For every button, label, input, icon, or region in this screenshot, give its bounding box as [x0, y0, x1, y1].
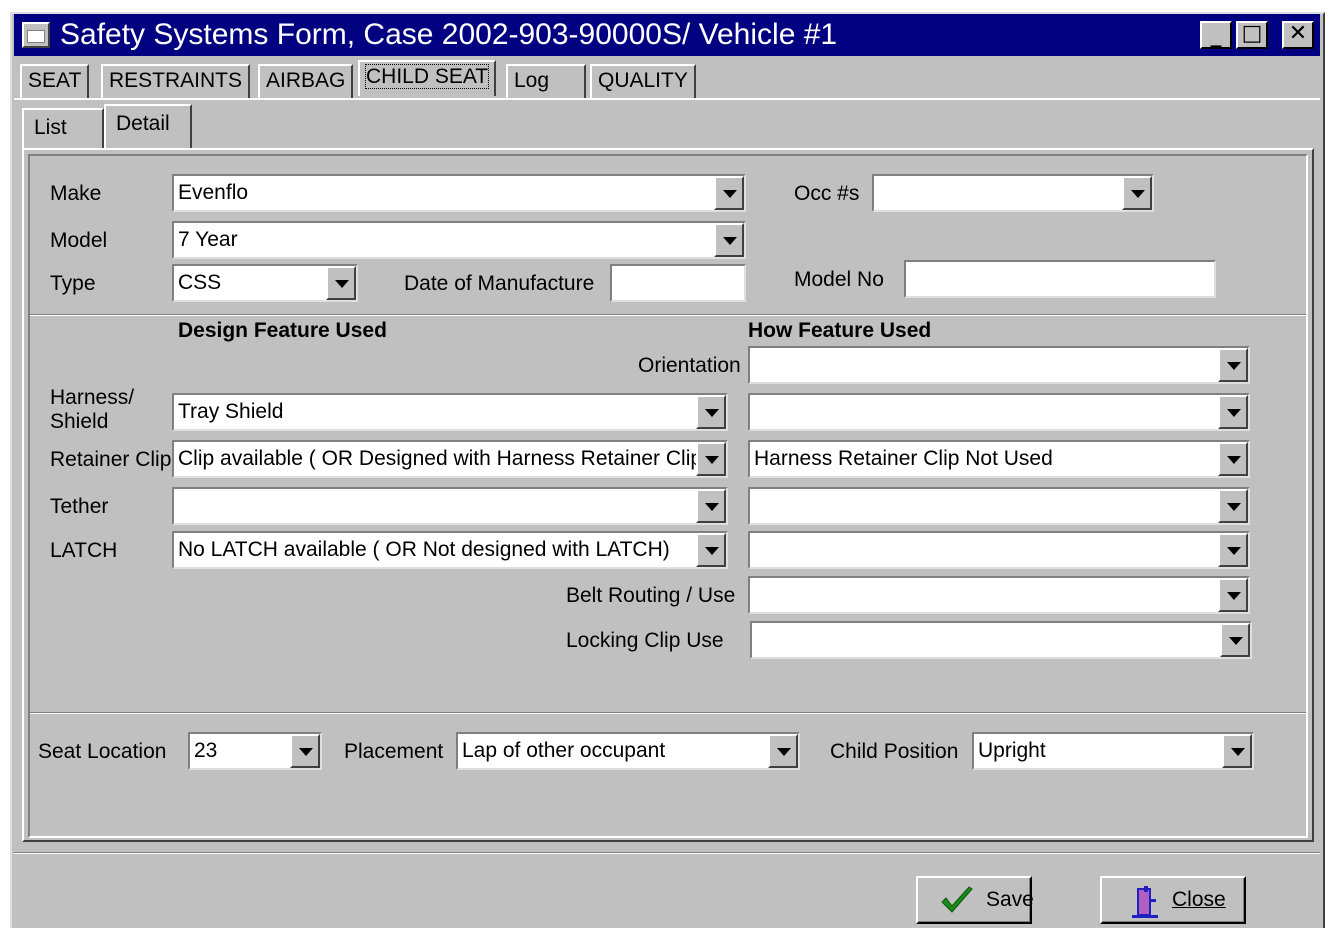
how-feature-header: How Feature Used — [748, 319, 932, 342]
tab-child-seat[interactable]: CHILD SEAT — [358, 60, 497, 96]
tether-design-combo[interactable] — [172, 487, 728, 525]
harness-how-combo[interactable] — [748, 393, 1250, 431]
latch-how-combo[interactable] — [748, 531, 1250, 569]
model-label: Model — [50, 229, 108, 252]
retainer-design-value: Clip available ( OR Designed with Harnes… — [178, 447, 696, 470]
model-no-label: Model No — [794, 268, 884, 291]
minimize-button[interactable]: _ — [1200, 21, 1232, 49]
harness-design-value: Tray Shield — [178, 400, 284, 423]
make-value: Evenflo — [178, 181, 249, 204]
occ-label: Occ #s — [794, 182, 860, 205]
latch-label: LATCH — [50, 539, 118, 562]
checkmark-icon — [941, 886, 973, 913]
orientation-label: Orientation — [638, 354, 741, 377]
tab-log[interactable]: Log — [506, 64, 586, 98]
date-of-manufacture-label: Date of Manufacture — [404, 272, 595, 295]
locking-clip-label: Locking Clip Use — [566, 629, 724, 652]
model-value: 7 Year — [178, 228, 238, 251]
locking-clip-combo[interactable] — [750, 621, 1252, 659]
chevron-down-icon[interactable] — [1218, 442, 1248, 476]
type-label: Type — [50, 272, 96, 295]
model-combo[interactable]: 7 Year — [172, 221, 746, 259]
child-position-combo[interactable]: Upright — [972, 732, 1254, 770]
chevron-down-icon[interactable] — [1122, 176, 1152, 210]
retainer-design-combo[interactable]: Clip available ( OR Designed with Harnes… — [172, 440, 728, 478]
maximize-icon: □ — [1241, 21, 1263, 46]
retainer-clip-label: Retainer Clip — [50, 448, 172, 471]
latch-design-combo[interactable]: No LATCH available ( OR Not designed wit… — [172, 531, 728, 569]
chevron-down-icon[interactable] — [696, 533, 726, 567]
close-icon: ✕ — [1288, 21, 1308, 46]
chevron-down-icon[interactable] — [714, 223, 744, 257]
belt-routing-label: Belt Routing / Use — [566, 584, 736, 607]
door-exit-icon — [1132, 886, 1158, 918]
model-no-field[interactable] — [904, 260, 1216, 298]
chevron-down-icon[interactable] — [1218, 578, 1248, 612]
chevron-down-icon[interactable] — [1218, 348, 1248, 382]
harness-design-combo[interactable]: Tray Shield — [172, 393, 728, 431]
seat-location-value: 23 — [194, 739, 218, 762]
chevron-down-icon[interactable] — [326, 266, 356, 300]
tab-child-seat-label: CHILD SEAT — [364, 64, 490, 89]
seat-location-combo[interactable]: 23 — [188, 732, 322, 770]
child-position-value: Upright — [978, 739, 1046, 762]
occ-combo[interactable] — [872, 174, 1154, 212]
subtab-list[interactable]: List — [22, 108, 104, 148]
tab-airbag[interactable]: AIRBAG — [258, 64, 354, 98]
child-position-label: Child Position — [830, 740, 959, 763]
chevron-down-icon[interactable] — [768, 734, 798, 768]
chevron-down-icon[interactable] — [696, 489, 726, 523]
make-combo[interactable]: Evenflo — [172, 174, 746, 212]
retainer-how-combo[interactable]: Harness Retainer Clip Not Used — [748, 440, 1250, 478]
window-title: Safety Systems Form, Case 2002-903-90000… — [60, 18, 838, 51]
chevron-down-icon[interactable] — [1218, 395, 1248, 429]
placement-value: Lap of other occupant — [462, 739, 666, 762]
date-of-manufacture-field[interactable] — [610, 264, 746, 302]
seat-location-label: Seat Location — [38, 740, 167, 763]
chevron-down-icon[interactable] — [1218, 533, 1248, 567]
chevron-down-icon[interactable] — [1220, 623, 1250, 657]
chevron-down-icon[interactable] — [696, 395, 726, 429]
minimize-icon: _ — [1210, 23, 1222, 48]
divider — [30, 314, 1306, 316]
close-button-label: Close — [1172, 888, 1226, 911]
chevron-down-icon[interactable] — [1218, 489, 1248, 523]
tab-seat[interactable]: SEAT — [20, 64, 90, 98]
footer-divider — [14, 852, 1320, 854]
orientation-combo[interactable] — [748, 346, 1250, 384]
placement-combo[interactable]: Lap of other occupant — [456, 732, 800, 770]
chevron-down-icon[interactable] — [290, 734, 320, 768]
save-button[interactable]: Save — [916, 876, 1034, 924]
make-label: Make — [50, 182, 102, 205]
tether-label: Tether — [50, 495, 109, 518]
design-feature-header: Design Feature Used — [178, 319, 387, 342]
type-combo[interactable]: CSS — [172, 264, 358, 302]
chevron-down-icon[interactable] — [696, 442, 726, 476]
save-button-label: Save — [986, 888, 1034, 911]
placement-label: Placement — [344, 740, 444, 763]
chevron-down-icon[interactable] — [1222, 734, 1252, 768]
divider — [30, 712, 1306, 714]
subtab-detail[interactable]: Detail — [104, 104, 192, 150]
type-value: CSS — [178, 271, 222, 294]
window-icon[interactable] — [22, 22, 50, 48]
chevron-down-icon[interactable] — [714, 176, 744, 210]
tether-how-combo[interactable] — [748, 487, 1250, 525]
retainer-how-value: Harness Retainer Clip Not Used — [754, 447, 1053, 470]
close-button[interactable]: Close — [1100, 876, 1246, 924]
belt-routing-combo[interactable] — [748, 576, 1250, 614]
tab-restraints[interactable]: RESTRAINTS — [101, 64, 251, 98]
latch-design-value: No LATCH available ( OR Not designed wit… — [178, 538, 670, 561]
harness-label: Harness/Shield — [50, 386, 135, 433]
maximize-button[interactable]: □ — [1236, 21, 1268, 49]
close-window-button[interactable]: ✕ — [1282, 21, 1314, 49]
tab-quality[interactable]: QUALITY — [590, 64, 696, 98]
